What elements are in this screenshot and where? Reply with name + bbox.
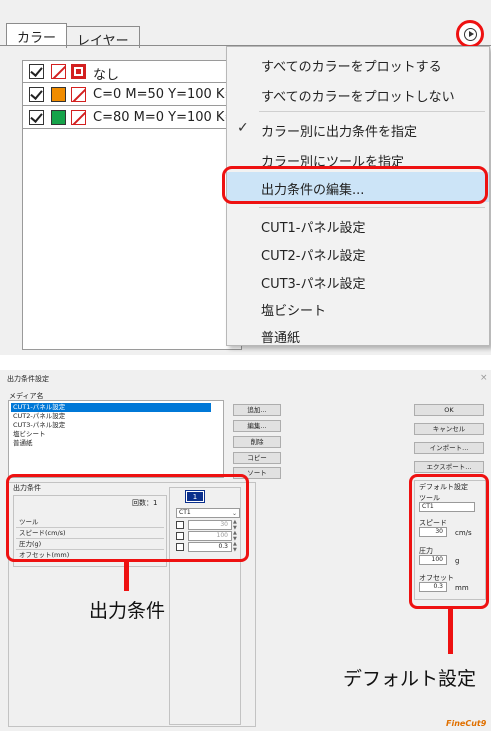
menu-item-cut2[interactable]: CUT2-パネル設定 [227, 238, 489, 268]
color-label: C=80 M=0 Y=100 K= [93, 110, 236, 125]
menu-item-cut3[interactable]: CUT3-パネル設定 [227, 266, 489, 296]
color-panel: カラー レイヤー なし C=0 M=50 Y=100 K= C=80 M=0 Y… [0, 0, 491, 355]
callout-label-conditions: 出力条件 [89, 600, 166, 622]
menu-item-condition-by-color[interactable]: ✓ カラー別に出力条件を指定 [227, 114, 489, 144]
close-icon[interactable]: × [480, 373, 488, 383]
list-item[interactable]: CUT1-パネル設定 [11, 403, 211, 412]
callout-label-defaults: デフォルト設定 [343, 668, 477, 690]
export-button[interactable]: エクスポート... [414, 461, 484, 473]
highlight-outline [222, 166, 488, 204]
plot-checkbox[interactable] [29, 64, 44, 79]
tab-color[interactable]: カラー [6, 23, 68, 46]
no-color-icon [71, 64, 86, 79]
menu-item-plain-paper[interactable]: 普通紙 [227, 320, 489, 350]
color-label: なし [93, 68, 120, 83]
panel-menu-button[interactable] [456, 20, 484, 48]
list-item[interactable]: CUT3-パネル設定 [11, 421, 211, 430]
cancel-button[interactable]: キャンセル [414, 423, 484, 435]
menu-item-label: CUT3-パネル設定 [261, 277, 366, 292]
delete-button[interactable]: 削除 [233, 436, 281, 448]
plot-checkbox[interactable] [29, 87, 44, 102]
menu-separator [259, 111, 485, 112]
callout-line [448, 608, 453, 654]
finecut-logo: FineCut9 [446, 719, 487, 728]
plot-checkbox[interactable] [29, 110, 44, 125]
callout-line [124, 561, 129, 591]
edit-button[interactable]: 編集... [233, 420, 281, 432]
list-item[interactable]: CUT2-パネル設定 [11, 412, 211, 421]
dialog-title: 出力条件設定 [7, 375, 49, 383]
color-swatch [51, 87, 66, 102]
add-button[interactable]: 追加... [233, 404, 281, 416]
callout-box-defaults [409, 474, 489, 609]
menu-item-label: CUT2-パネル設定 [261, 249, 366, 264]
check-icon: ✓ [237, 120, 249, 136]
menu-item-label: CUT1-パネル設定 [261, 221, 366, 236]
menu-item-vinyl[interactable]: 塩ビシート [227, 293, 489, 323]
color-list: なし C=0 M=50 Y=100 K= C=80 M=0 Y=100 K= [22, 60, 263, 350]
copy-button[interactable]: コピー [233, 452, 281, 464]
list-item[interactable]: 塩ビシート [11, 430, 211, 439]
import-button[interactable]: インポート... [414, 442, 484, 454]
callout-box-conditions [6, 474, 249, 562]
color-label: C=0 M=50 Y=100 K= [93, 87, 236, 102]
media-list: CUT1-パネル設定 CUT2-パネル設定 CUT3-パネル設定 塩ビシート 普… [8, 400, 224, 478]
play-circle-icon [464, 28, 477, 41]
menu-item-plot-none[interactable]: すべてのカラーをプロットしない [227, 79, 489, 109]
menu-item-label: 普通紙 [261, 331, 301, 346]
color-swatch [51, 110, 66, 125]
output-conditions-dialog: 出力条件設定 × メディア名 CUT1-パネル設定 CUT2-パネル設定 CUT… [0, 370, 491, 731]
no-pen-icon [71, 87, 86, 102]
menu-separator [259, 207, 485, 208]
menu-item-label: すべてのカラーをプロットしない [261, 90, 455, 105]
menu-item-label: 塩ビシート [261, 304, 327, 319]
no-pen-icon [51, 64, 66, 79]
menu-item-cut1[interactable]: CUT1-パネル設定 [227, 210, 489, 240]
no-pen-icon [71, 110, 86, 125]
menu-item-label: カラー別に出力条件を指定 [261, 125, 418, 140]
menu-item-label: すべてのカラーをプロットする [261, 60, 442, 75]
ok-button[interactable]: OK [414, 404, 484, 416]
menu-item-plot-all[interactable]: すべてのカラーをプロットする [227, 49, 489, 79]
list-item[interactable]: 普通紙 [11, 439, 211, 448]
